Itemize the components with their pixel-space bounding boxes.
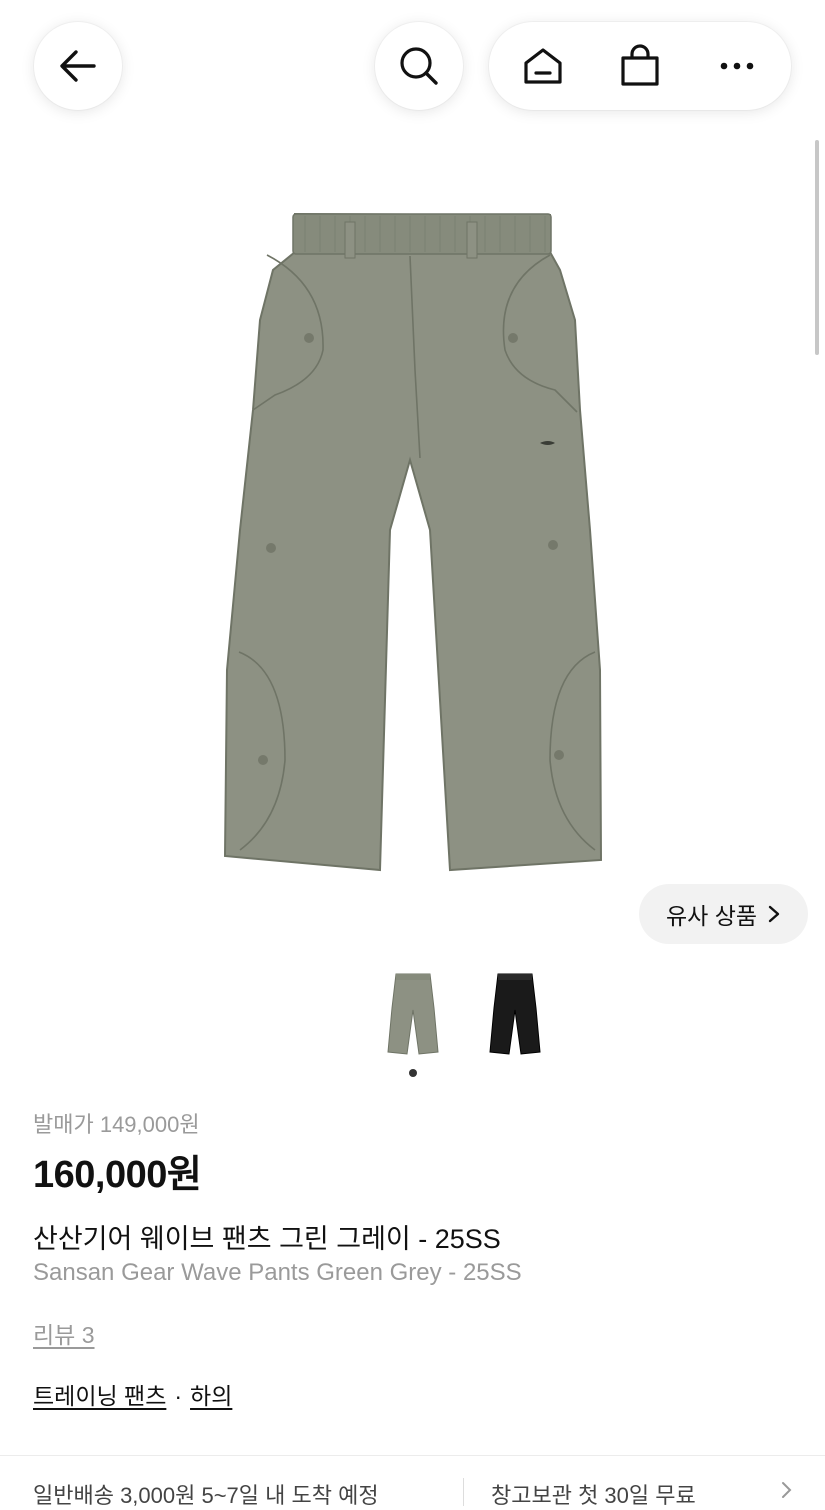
scrollbar[interactable] [815, 140, 819, 355]
header-action-group [489, 22, 791, 110]
gallery-page-indicator [409, 1069, 417, 1077]
category-link-bottoms[interactable]: 하의 [190, 1383, 232, 1409]
similar-products-button[interactable]: 유사 상품 [639, 884, 808, 944]
more-button[interactable] [697, 26, 777, 106]
shopping-bag-icon [621, 44, 659, 86]
cart-button[interactable] [600, 26, 680, 106]
arrow-left-icon [60, 50, 96, 82]
similar-products-label: 유사 상품 [665, 903, 758, 929]
search-button[interactable] [375, 22, 463, 110]
product-main-image[interactable] [205, 200, 620, 890]
home-icon [524, 48, 562, 84]
section-divider [0, 1455, 825, 1456]
product-name-english: Sansan Gear Wave Pants Green Grey - 25SS [33, 1259, 522, 1286]
chevron-right-icon [768, 905, 780, 923]
thumbnail-green-grey[interactable] [378, 968, 448, 1063]
category-separator: · [174, 1383, 183, 1409]
category-link-training-pants[interactable]: 트레이닝 팬츠 [33, 1383, 166, 1409]
home-button[interactable] [503, 26, 583, 106]
search-icon [400, 47, 438, 85]
review-link[interactable]: 리뷰 3 [33, 1316, 95, 1350]
thumbnail-black[interactable] [480, 968, 550, 1063]
more-dots-icon [720, 62, 753, 70]
shipping-info-row[interactable]: 일반배송 3,000원 5~7일 내 도착 예정 창고보관 첫 30일 무료 [33, 1478, 813, 1508]
current-price: 160,000원 [33, 1154, 202, 1196]
shipping-warehouse: 창고보관 첫 30일 무료 [491, 1483, 696, 1508]
product-name-korean: 산산기어 웨이브 팬츠 그린 그레이 - 25SS [33, 1224, 501, 1254]
release-price: 발매가 149,000원 [33, 1112, 200, 1137]
back-button[interactable] [34, 22, 122, 110]
category-breadcrumb: 트레이닝 팬츠 · 하의 [33, 1377, 232, 1411]
shipping-separator [463, 1478, 464, 1506]
chevron-right-icon [782, 1482, 792, 1498]
pants-illustration [223, 212, 603, 872]
shipping-standard: 일반배송 3,000원 5~7일 내 도착 예정 [33, 1483, 379, 1508]
